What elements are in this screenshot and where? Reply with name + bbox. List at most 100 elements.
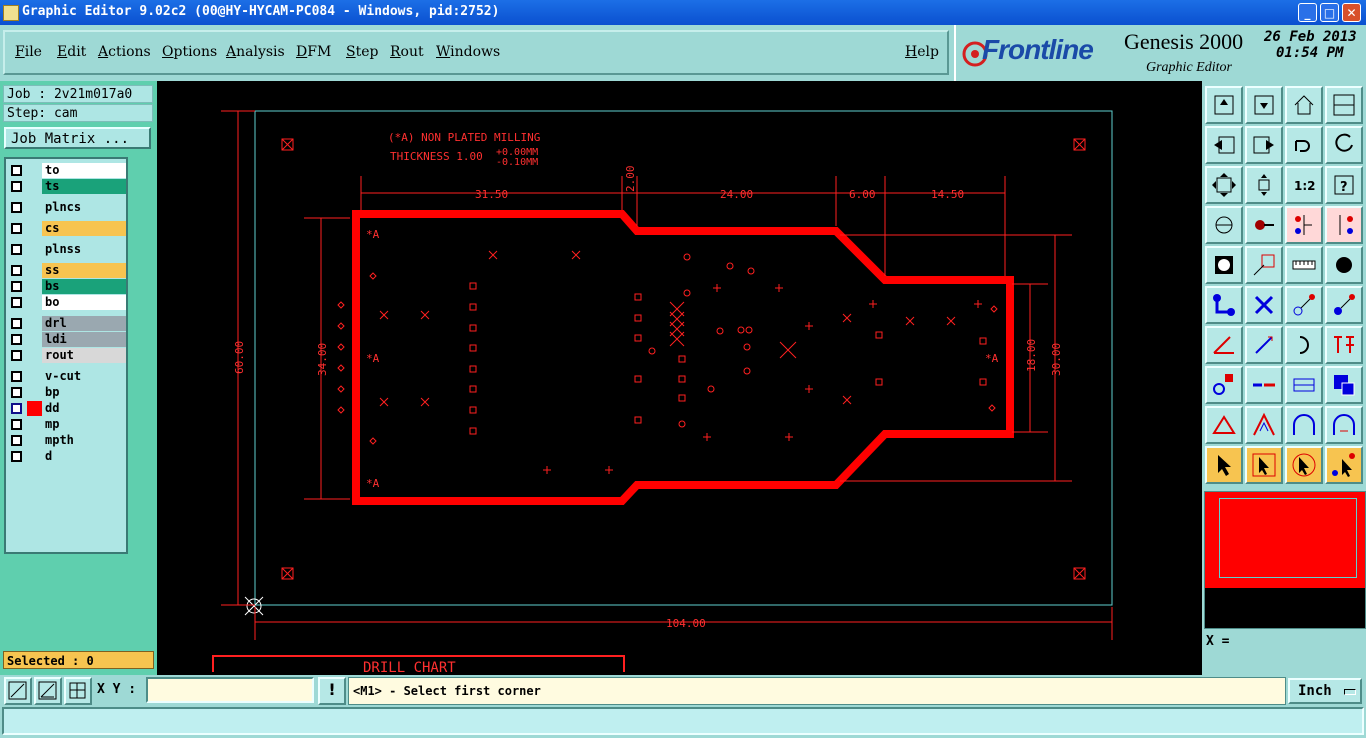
xy-input[interactable] xyxy=(146,677,314,703)
split-button[interactable] xyxy=(1245,366,1283,404)
menu-help[interactable]: Help xyxy=(905,44,939,60)
menu-windows[interactable]: Windows xyxy=(436,44,500,60)
layer-checkbox[interactable] xyxy=(11,334,22,345)
zoom-window-button[interactable] xyxy=(4,677,32,705)
menu-edit[interactable]: Edit xyxy=(57,44,86,60)
settings-button[interactable] xyxy=(1205,206,1243,244)
layer-row-dd[interactable]: dd xyxy=(9,401,126,416)
ruler-button[interactable] xyxy=(1285,246,1323,284)
app-icon xyxy=(3,5,19,21)
layer-row-bs[interactable]: bs xyxy=(9,279,126,294)
layer-row-d[interactable]: d xyxy=(9,449,126,464)
open-job-button[interactable] xyxy=(1205,86,1243,124)
layer-checkbox[interactable] xyxy=(11,435,22,446)
layer-checkbox[interactable] xyxy=(11,244,22,255)
layer-row-mp[interactable]: mp xyxy=(9,417,126,432)
net-button[interactable] xyxy=(1285,206,1323,244)
drill-hit-square xyxy=(678,375,686,383)
delete-button[interactable] xyxy=(1245,286,1283,324)
layer-checkbox[interactable] xyxy=(11,403,22,414)
layer-row-plncs[interactable]: plncs xyxy=(9,200,126,215)
menu-actions[interactable]: Actions xyxy=(98,44,151,60)
graphic-canvas[interactable]: 31.50 24.00 6.00 14.50 104.00 2.00 60.00… xyxy=(157,81,1202,675)
layer-checkbox[interactable] xyxy=(11,181,22,192)
overview-preview[interactable] xyxy=(1204,491,1366,629)
layer-row-to[interactable]: to xyxy=(9,163,126,178)
line-button[interactable] xyxy=(1245,326,1283,364)
layer-checkbox[interactable] xyxy=(11,419,22,430)
layer-row-plnss[interactable]: plnss xyxy=(9,242,126,257)
layer-checkbox[interactable] xyxy=(11,451,22,462)
angle-button[interactable] xyxy=(1205,326,1243,364)
layer-checkbox[interactable] xyxy=(11,387,22,398)
close-button[interactable]: ✕ xyxy=(1342,3,1361,22)
menu-file[interactable]: File xyxy=(15,44,42,60)
menu-analysis[interactable]: Analysis xyxy=(226,44,285,60)
snap-button[interactable] xyxy=(1205,246,1243,284)
layer-checkbox[interactable] xyxy=(11,281,22,292)
minimize-button[interactable]: _ xyxy=(1298,3,1317,22)
layer-row-ldi[interactable]: ldi xyxy=(9,332,126,347)
units-select[interactable]: Inch xyxy=(1288,678,1362,704)
measure-button[interactable] xyxy=(34,677,62,705)
menu-dfm[interactable]: DFM xyxy=(296,44,331,60)
text-button[interactable] xyxy=(1325,326,1363,364)
layer-checkbox[interactable] xyxy=(11,265,22,276)
undo-button[interactable] xyxy=(1285,126,1323,164)
layer-row-bo[interactable]: bo xyxy=(9,295,126,310)
next-step-button[interactable] xyxy=(1245,126,1283,164)
layer-row-drl[interactable]: drl xyxy=(9,316,126,331)
rect-select-button[interactable] xyxy=(1245,246,1283,284)
pcb-drawing[interactable]: 31.50 24.00 6.00 14.50 104.00 2.00 60.00… xyxy=(157,81,1202,675)
select-button[interactable] xyxy=(1325,366,1363,404)
menu-step[interactable]: Step xyxy=(346,44,378,60)
triangle-button[interactable] xyxy=(1205,406,1243,444)
layer-checkbox[interactable] xyxy=(11,202,22,213)
pointer-circle-button[interactable] xyxy=(1285,446,1323,484)
prev-step-button[interactable] xyxy=(1205,126,1243,164)
pointer-net-button[interactable] xyxy=(1325,446,1363,484)
home-button[interactable] xyxy=(1285,86,1323,124)
layer-checkbox[interactable] xyxy=(11,223,22,234)
layer-checkbox[interactable] xyxy=(11,350,22,361)
menu-options[interactable]: Options xyxy=(162,44,217,60)
job-matrix-button[interactable]: Job Matrix ... xyxy=(4,127,151,149)
layer-row-ts[interactable]: ts xyxy=(9,179,126,194)
menu-rout[interactable]: Rout xyxy=(390,44,424,60)
measure-button[interactable] xyxy=(1285,366,1323,404)
layer-checkbox[interactable] xyxy=(11,371,22,382)
window-button[interactable] xyxy=(1325,86,1363,124)
zoom-fit-button[interactable] xyxy=(1245,166,1283,204)
net2-button[interactable] xyxy=(1325,206,1363,244)
arc-button[interactable] xyxy=(1285,326,1323,364)
help-button[interactable]: ? xyxy=(1325,166,1363,204)
arch2-button[interactable] xyxy=(1325,406,1363,444)
layer-checkbox[interactable] xyxy=(11,318,22,329)
connect-button[interactable] xyxy=(1205,286,1243,324)
layer-checkbox[interactable] xyxy=(11,297,22,308)
layer-checkbox[interactable] xyxy=(11,165,22,176)
fill-button[interactable] xyxy=(1325,246,1363,284)
arch-button[interactable] xyxy=(1285,406,1323,444)
maximize-button[interactable]: □ xyxy=(1320,3,1339,22)
redraw-button[interactable] xyxy=(1325,126,1363,164)
pointer-box-button[interactable] xyxy=(1245,446,1283,484)
fit-screen-button[interactable] xyxy=(1205,166,1243,204)
copy-button[interactable] xyxy=(1325,286,1363,324)
save-button[interactable] xyxy=(1245,86,1283,124)
pad-button[interactable] xyxy=(1245,206,1283,244)
zoom-ratio-button[interactable]: 1:2 xyxy=(1285,166,1323,204)
layer-row-v-cut[interactable]: v-cut xyxy=(9,369,126,384)
layer-row-cs[interactable]: cs xyxy=(9,221,126,236)
layer-color-swatch xyxy=(27,449,42,464)
move-button[interactable] xyxy=(1285,286,1323,324)
layer-row-mpth[interactable]: mpth xyxy=(9,433,126,448)
grid-button[interactable] xyxy=(64,677,92,705)
layer-row-bp[interactable]: bp xyxy=(9,385,126,400)
add-pad-button[interactable] xyxy=(1205,366,1243,404)
arrow-up-button[interactable] xyxy=(1245,406,1283,444)
warning-button[interactable]: ! xyxy=(318,677,346,705)
pointer-button[interactable] xyxy=(1205,446,1243,484)
layer-row-rout[interactable]: rout xyxy=(9,348,126,363)
layer-row-ss[interactable]: ss xyxy=(9,263,126,278)
